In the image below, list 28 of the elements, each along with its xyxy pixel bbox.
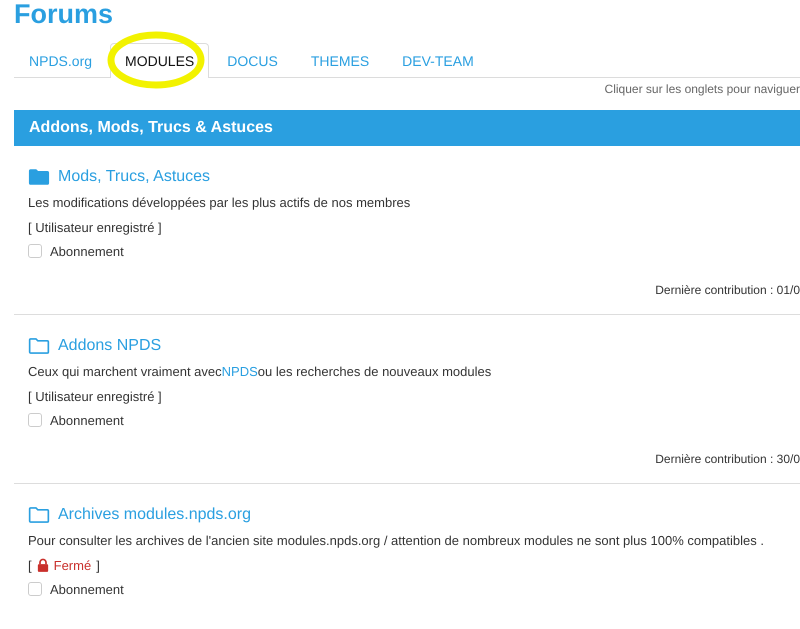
forum-description: Ceux qui marchent vraiment avecNPDSou les recherches de nouveaux modules <box>28 363 492 381</box>
forum-link[interactable]: Mods, Trucs, Astuces <box>58 168 210 186</box>
subscribe-label: Abonnement <box>50 412 124 428</box>
subscribe-label: Abonnement <box>50 582 124 596</box>
subscribe-checkbox[interactable] <box>28 244 42 258</box>
forum-description: Pour consulter les archives de l'ancien site modules.npds.org / attention de nombreux modules ne sont plus 100% compatibles . <box>28 532 765 550</box>
page-title: Forums <box>14 0 114 31</box>
tab[interactable]: THEMES <box>296 43 384 77</box>
tab[interactable]: DOCUS <box>212 43 293 77</box>
hint-text: Cliquer sur les onglets pour naviguer <box>604 82 800 98</box>
forum-link[interactable]: Archives modules.npds.org <box>58 506 251 524</box>
subscribe-label: Abonnement <box>50 244 124 258</box>
lock-icon <box>36 558 49 572</box>
last-post-text: Dernière contribution : 01/0 <box>655 283 800 299</box>
forum-description: Les modifications développées par les plus actifs de nos membres <box>28 194 412 212</box>
closed-label: Fermé <box>54 558 92 572</box>
bracket-text: ] <box>96 558 100 572</box>
last-post-text: Dernière contribution : 30/0 <box>655 452 800 468</box>
subscribe-checkbox[interactable] <box>28 413 42 427</box>
npds-link[interactable]: NPDS <box>222 364 258 379</box>
access-label: [ Utilisateur enregistré ] <box>28 388 162 404</box>
forum-link[interactable]: Addons NPDS <box>58 337 162 355</box>
subscribe-checkbox[interactable] <box>28 582 42 596</box>
access-label: [ Utilisateur enregistré ] <box>28 220 162 234</box>
bracket-text: [ <box>28 558 32 572</box>
category-header: Addons, Mods, Trucs & Astuces <box>14 110 800 146</box>
tab[interactable]: NPDS.org <box>14 43 108 77</box>
tab[interactable]: DEV-TEAM <box>387 43 489 77</box>
